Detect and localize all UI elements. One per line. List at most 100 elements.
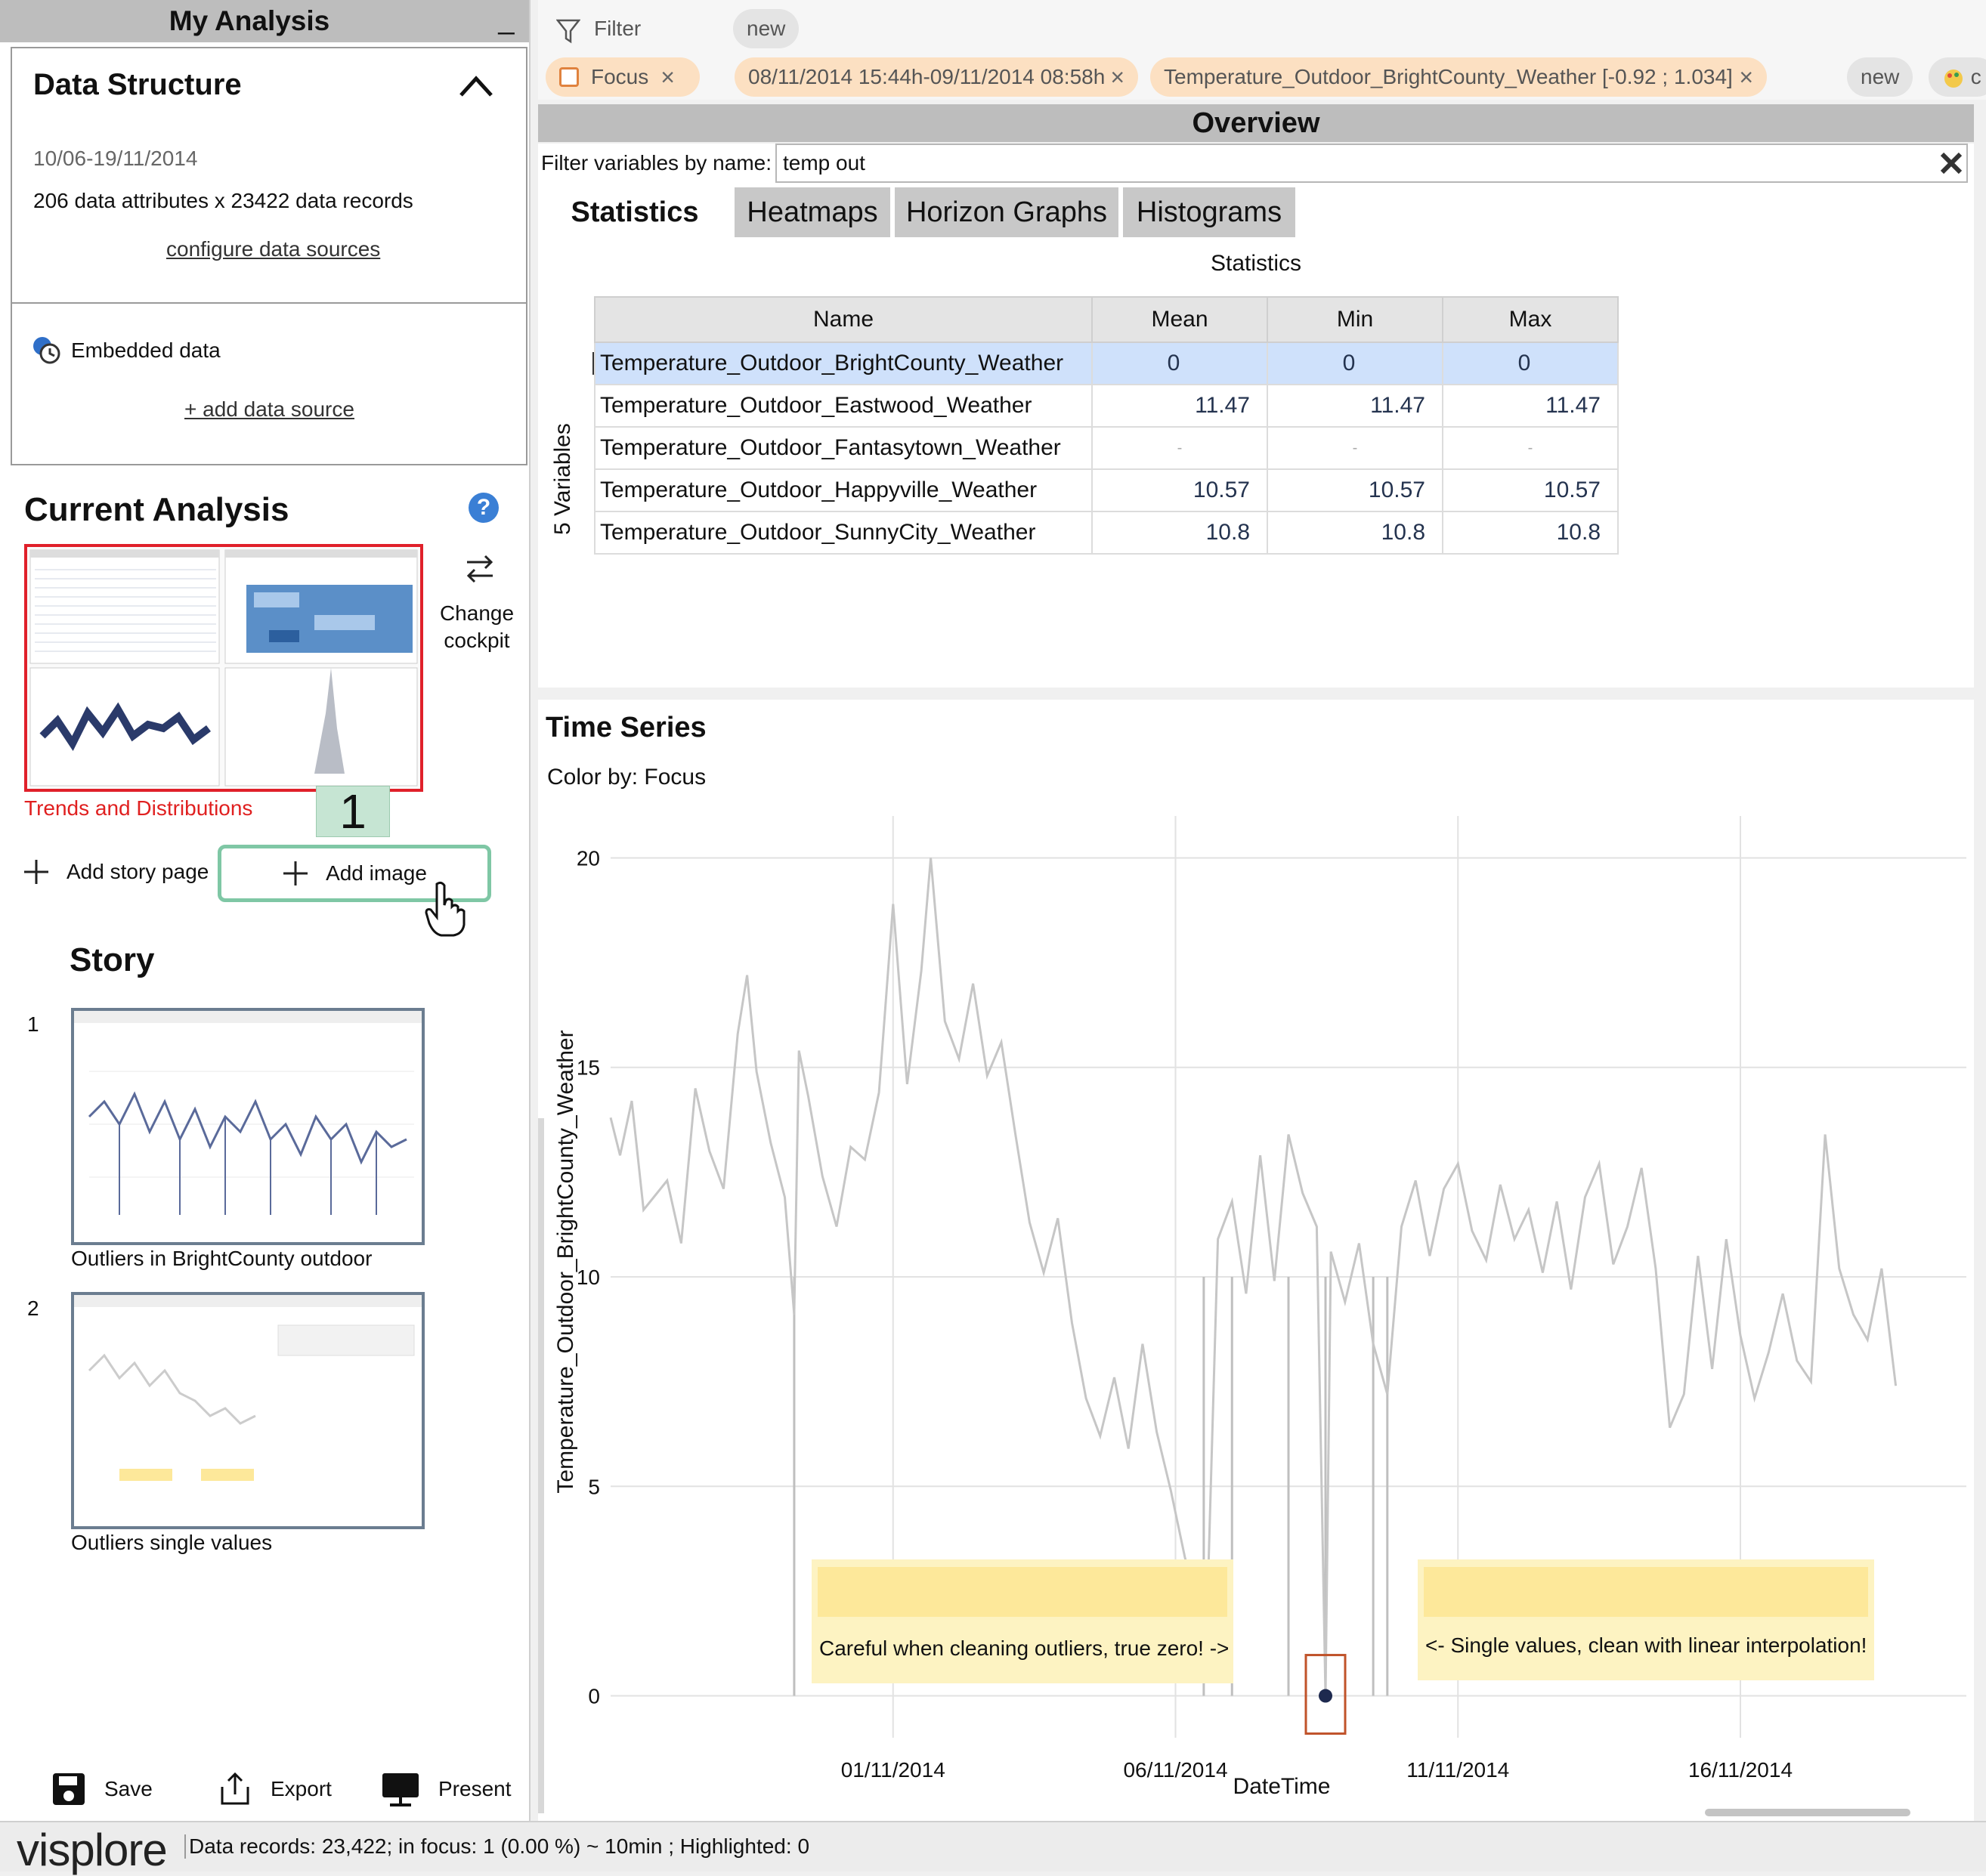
database-clock-icon xyxy=(32,335,62,366)
help-icon[interactable]: ? xyxy=(469,493,499,523)
focus-checkbox[interactable] xyxy=(559,67,579,87)
story-item-number: 1 xyxy=(27,1012,39,1036)
presentation-icon xyxy=(382,1773,419,1806)
visplore-logo: visplore xyxy=(17,1825,168,1875)
data-date-range: 10/06-19/11/2014 xyxy=(33,147,198,170)
story-item-label: Outliers in BrightCounty outdoor xyxy=(71,1247,373,1270)
tab-horizon-graphs[interactable]: Horizon Graphs xyxy=(895,187,1118,237)
filter-chip-label: 08/11/2014 15:44h-09/11/2014 08:58h xyxy=(748,65,1106,88)
divider xyxy=(11,302,526,304)
save-label: Save xyxy=(104,1777,153,1800)
cell-name: Temperature_Outdoor_Fantasytown_Weather xyxy=(594,426,1093,470)
add-image-label: Add image xyxy=(326,861,427,885)
plus-icon xyxy=(283,861,308,885)
cell-mean: 10.57 xyxy=(1091,468,1268,512)
table-row[interactable]: Temperature_Outdoor_SunnyCity_Weather 10… xyxy=(594,511,1619,555)
variables-count-label: 5 Variables xyxy=(543,423,580,574)
note-text: Careful when cleaning outliers, true zer… xyxy=(819,1636,1230,1660)
filter-icon xyxy=(556,18,580,44)
tab-histograms[interactable]: Histograms xyxy=(1123,187,1295,237)
hand-cursor-icon xyxy=(423,881,469,938)
column-header-min[interactable]: Min xyxy=(1267,296,1443,343)
add-story-page-label: Add story page xyxy=(67,860,209,883)
filter-variables-label: Filter variables by name: xyxy=(541,151,772,175)
story-thumbnail[interactable] xyxy=(71,1008,425,1245)
export-button[interactable]: Export xyxy=(216,1768,332,1810)
annotation-note[interactable]: Careful when cleaning outliers, true zer… xyxy=(812,1559,1233,1683)
column-header-mean[interactable]: Mean xyxy=(1091,296,1268,343)
highlighted-point[interactable] xyxy=(1319,1689,1333,1703)
column-header-max[interactable]: Max xyxy=(1442,296,1619,343)
y-tick-label: 20 xyxy=(577,846,600,870)
x-tick-label: 01/11/2014 xyxy=(841,1758,945,1782)
data-records-summary: 206 data attributes x 23422 data records xyxy=(33,189,413,212)
cell-mean: 10.8 xyxy=(1091,511,1268,555)
chevron-up-icon[interactable] xyxy=(453,66,499,104)
present-button[interactable]: Present xyxy=(379,1768,512,1810)
statistics-table: Name Mean Min Max Temperature_Outdoor_Br… xyxy=(594,296,1619,555)
add-data-source-link[interactable]: + add data source xyxy=(184,397,354,422)
swap-icon[interactable] xyxy=(461,550,499,588)
configure-data-sources-link[interactable]: configure data sources xyxy=(166,237,380,261)
filter-chip-focus[interactable]: Focus × xyxy=(546,57,700,97)
y-tick-label: 5 xyxy=(588,1475,600,1498)
cell-max: 10.8 xyxy=(1442,511,1619,555)
story-title: Story xyxy=(70,941,155,978)
close-icon[interactable]: × xyxy=(1739,57,1753,97)
close-icon[interactable]: × xyxy=(1110,57,1124,97)
filter-variables-input[interactable] xyxy=(775,144,1968,183)
save-button[interactable]: Save xyxy=(50,1768,153,1810)
cell-max: 10.57 xyxy=(1442,468,1619,512)
statistics-title: Statistics xyxy=(1210,251,1302,276)
clear-icon[interactable] xyxy=(1938,150,1965,177)
filter-chip-label: c xyxy=(1970,65,1981,88)
note-header xyxy=(1424,1567,1868,1617)
change-cockpit-button[interactable]: Change cockpit xyxy=(428,600,526,654)
close-icon[interactable]: × xyxy=(660,57,675,97)
cell-mean: 11.47 xyxy=(1091,384,1268,428)
cell-name: Temperature_Outdoor_SunnyCity_Weather xyxy=(594,511,1093,555)
cell-max: 0 xyxy=(1442,342,1619,385)
table-row[interactable]: Temperature_Outdoor_BrightCounty_Weather… xyxy=(594,342,1619,385)
current-analysis-title: Current Analysis xyxy=(24,491,289,528)
filter-chip-date[interactable]: 08/11/2014 15:44h-09/11/2014 08:58h × xyxy=(735,57,1138,97)
palette-icon xyxy=(1944,69,1963,88)
minimize-button[interactable]: _ xyxy=(491,5,521,38)
new-filter-button[interactable]: new xyxy=(1847,57,1913,97)
x-tick-label: 06/11/2014 xyxy=(1123,1758,1227,1782)
overview-header: Overview xyxy=(538,104,1974,142)
table-row[interactable]: Temperature_Outdoor_Happyville_Weather 1… xyxy=(594,468,1619,512)
add-story-page-button[interactable]: Add story page xyxy=(23,857,209,887)
cell-name: Temperature_Outdoor_Eastwood_Weather xyxy=(594,384,1093,428)
tab-statistics[interactable]: Statistics xyxy=(538,187,732,237)
status-text: Data records: 23,422; in focus: 1 (0.00 … xyxy=(184,1834,809,1859)
annotation-note[interactable]: <- Single values, clean with linear inte… xyxy=(1418,1559,1874,1680)
note-header xyxy=(818,1567,1227,1617)
color-by-label[interactable]: Color by: Focus xyxy=(547,765,706,790)
horizontal-scrollbar[interactable] xyxy=(1705,1809,1910,1816)
filter-chip-extra[interactable]: c xyxy=(1929,57,1986,97)
x-tick-label: 11/11/2014 xyxy=(1406,1758,1509,1782)
x-tick-label: 16/11/2014 xyxy=(1688,1758,1793,1782)
story-thumbnail[interactable] xyxy=(71,1292,425,1529)
filter-chip-range[interactable]: Temperature_Outdoor_BrightCounty_Weather… xyxy=(1150,57,1767,97)
filter-chip-label: Temperature_Outdoor_BrightCounty_Weather… xyxy=(1164,65,1733,88)
y-tick-label: 10 xyxy=(577,1266,600,1289)
column-header-name[interactable]: Name xyxy=(594,296,1093,343)
table-row[interactable]: Temperature_Outdoor_Fantasytown_Weather … xyxy=(594,426,1619,470)
filter-chip-label: Focus xyxy=(591,65,649,88)
export-icon xyxy=(221,1772,249,1805)
embedded-data-source[interactable]: Embedded data xyxy=(71,338,221,363)
cockpit-thumbnail[interactable] xyxy=(24,544,423,792)
note-text: <- Single values, clean with linear inte… xyxy=(1425,1633,1867,1657)
y-tick-label: 0 xyxy=(588,1685,600,1708)
new-filter-button[interactable]: new xyxy=(733,9,800,48)
tab-heatmaps[interactable]: Heatmaps xyxy=(735,187,890,237)
filter-label: Filter xyxy=(594,17,642,40)
cell-min: 0 xyxy=(1267,342,1443,385)
x-axis-label: DateTime xyxy=(1233,1774,1331,1799)
cell-mean: - xyxy=(1091,426,1268,470)
table-row[interactable]: Temperature_Outdoor_Eastwood_Weather 11.… xyxy=(594,384,1619,428)
cell-max: 11.47 xyxy=(1442,384,1619,428)
cell-mean: 0 xyxy=(1091,342,1268,385)
